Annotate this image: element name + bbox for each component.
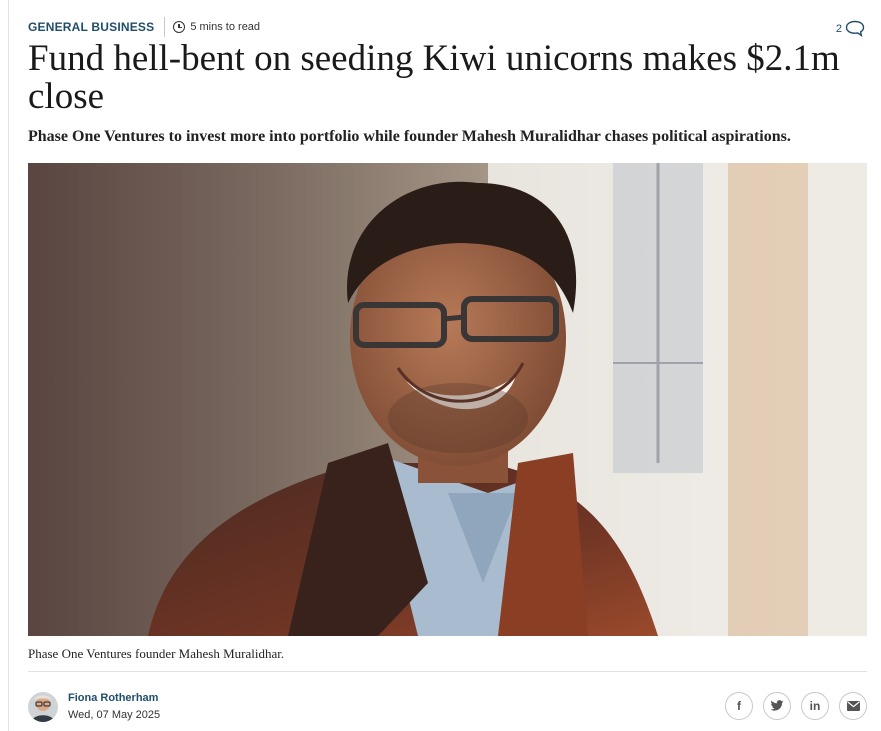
image-caption: Phase One Ventures founder Mahesh Murali… — [28, 646, 285, 661]
publish-date: Wed, 07 May 2025 — [68, 709, 161, 721]
share-buttons: f in — [725, 692, 867, 720]
author-name[interactable]: Fiona Rotherham — [68, 691, 160, 705]
read-time: 5 mins to read — [190, 21, 261, 33]
comments-link[interactable]: 2 — [836, 20, 865, 37]
article-meta: GENERAL BUSINESS 5 mins to read — [28, 17, 261, 37]
left-border — [8, 0, 9, 731]
category-link[interactable]: GENERAL BUSINESS — [28, 20, 154, 34]
email-icon — [846, 701, 860, 711]
comment-bubble-icon — [845, 20, 865, 37]
share-linkedin-button[interactable]: in — [801, 692, 829, 720]
linkedin-icon: in — [809, 699, 821, 713]
meta-divider — [164, 17, 166, 37]
twitter-icon — [770, 700, 784, 711]
share-twitter-button[interactable] — [763, 692, 791, 720]
clock-icon — [173, 21, 186, 33]
facebook-icon: f — [737, 699, 741, 713]
comment-count: 2 — [835, 22, 842, 35]
hero-photo — [28, 163, 867, 636]
author-avatar[interactable] — [28, 692, 58, 722]
caption-divider — [28, 671, 867, 672]
share-facebook-button[interactable]: f — [725, 692, 753, 720]
standfirst: Phase One Ventures to invest more into p… — [28, 128, 791, 145]
share-email-button[interactable] — [839, 692, 867, 720]
headline: Fund hell-bent on seeding Kiwi unicorns … — [28, 38, 840, 117]
byline: Fiona Rotherham Wed, 07 May 2025 — [28, 691, 160, 723]
